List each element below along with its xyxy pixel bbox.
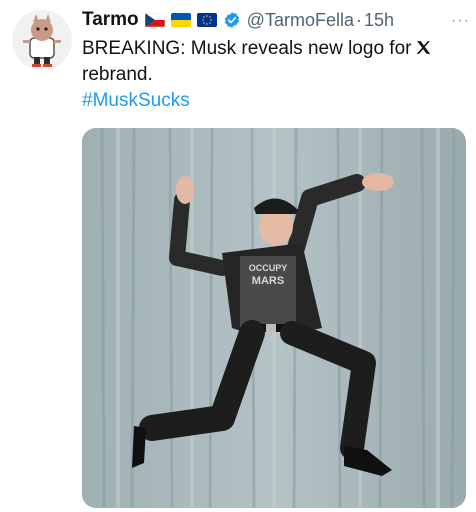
user-handle[interactable]: @TarmoFella <box>247 10 354 31</box>
shirt-text-line: OCCUPY <box>249 263 288 273</box>
tweet-text: BREAKING: Musk reveals new logo for rebr… <box>82 36 462 88</box>
avatar[interactable] <box>12 10 72 70</box>
jumping-man-photo: OCCUPY MARS <box>82 128 466 508</box>
timestamp[interactable]: 15h <box>364 10 394 31</box>
tweet-photo[interactable]: OCCUPY MARS <box>82 128 466 508</box>
cartoon-cat-avatar-icon <box>12 10 72 70</box>
czech-flag-icon <box>144 13 165 27</box>
ukraine-flag-icon <box>170 13 191 27</box>
hashtag-link[interactable]: #MuskSucks <box>82 90 190 112</box>
x-logo-icon <box>415 38 432 55</box>
display-name[interactable]: Tarmo <box>82 9 139 31</box>
tweet-text-line: BREAKING: Musk reveals new logo for <box>82 38 412 59</box>
tweet-header: Tarmo @TarmoFella · 15h <box>82 8 468 32</box>
more-options-icon[interactable]: ··· <box>451 12 470 30</box>
shirt-text-line: MARS <box>252 275 284 287</box>
tweet-text-line: rebrand. <box>82 64 153 85</box>
eu-flag-icon <box>196 13 217 27</box>
verified-badge-icon <box>223 11 241 29</box>
separator-dot: · <box>355 9 362 30</box>
